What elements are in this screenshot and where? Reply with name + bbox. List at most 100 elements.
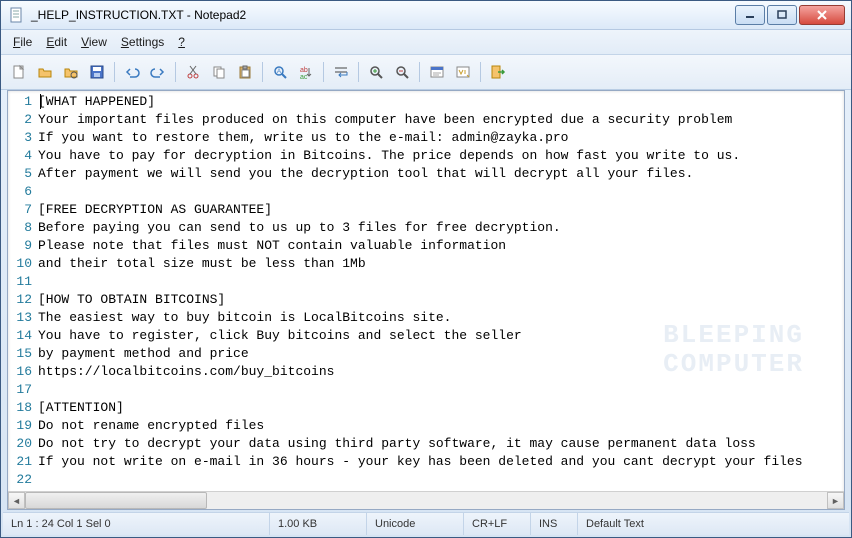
editor-line[interactable]: 18[ATTENTION] bbox=[8, 399, 844, 417]
editor-line[interactable]: 17 bbox=[8, 381, 844, 399]
editor-line[interactable]: 16https://localbitcoins.com/buy_bitcoins bbox=[8, 363, 844, 381]
toolbar-separator bbox=[262, 62, 263, 82]
menu-view[interactable]: View bbox=[75, 34, 113, 50]
toolbar-separator bbox=[480, 62, 481, 82]
scheme-icon[interactable] bbox=[425, 60, 449, 84]
line-text[interactable]: Before paying you can send to us up to 3… bbox=[36, 219, 561, 237]
close-button[interactable] bbox=[799, 5, 845, 25]
customize-icon[interactable] bbox=[451, 60, 475, 84]
editor-line[interactable]: 6 bbox=[8, 183, 844, 201]
editor-line[interactable]: 20Do not try to decrypt your data using … bbox=[8, 435, 844, 453]
editor-line[interactable]: 19Do not rename encrypted files bbox=[8, 417, 844, 435]
text-editor[interactable]: BLEEPINGCOMPUTER 1[WHAT HAPPENED]2Your i… bbox=[8, 91, 844, 491]
exit-icon[interactable] bbox=[486, 60, 510, 84]
app-icon bbox=[9, 7, 25, 23]
line-text[interactable]: [ATTENTION] bbox=[36, 399, 124, 417]
line-text[interactable] bbox=[36, 273, 38, 291]
toolbar-separator bbox=[323, 62, 324, 82]
scroll-left-icon[interactable]: ◄ bbox=[8, 492, 25, 509]
cut-icon[interactable] bbox=[181, 60, 205, 84]
line-number: 19 bbox=[8, 417, 36, 435]
window-controls bbox=[735, 5, 845, 25]
scroll-track[interactable] bbox=[25, 492, 827, 509]
undo-icon[interactable] bbox=[120, 60, 144, 84]
editor-line[interactable]: 23 bbox=[8, 489, 844, 491]
svg-text:ab: ab bbox=[300, 67, 308, 74]
line-text[interactable]: Please note that files must NOT contain … bbox=[36, 237, 506, 255]
browse-icon[interactable] bbox=[59, 60, 83, 84]
line-text[interactable]: https://localbitcoins.com/buy_bitcoins bbox=[36, 363, 334, 381]
zoom-in-icon[interactable] bbox=[364, 60, 388, 84]
editor-line[interactable]: 4You have to pay for decryption in Bitco… bbox=[8, 147, 844, 165]
editor-line[interactable]: 2Your important files produced on this c… bbox=[8, 111, 844, 129]
line-text[interactable]: You have to register, click Buy bitcoins… bbox=[36, 327, 522, 345]
status-encoding: Unicode bbox=[367, 513, 464, 535]
zoom-out-icon[interactable] bbox=[390, 60, 414, 84]
line-text[interactable] bbox=[36, 183, 38, 201]
title-bar[interactable]: _HELP_INSTRUCTION.TXT - Notepad2 bbox=[1, 1, 851, 30]
line-text[interactable]: If you want to restore them, write us to… bbox=[36, 129, 569, 147]
line-text[interactable]: The easiest way to buy bitcoin is LocalB… bbox=[36, 309, 451, 327]
word-wrap-icon[interactable] bbox=[329, 60, 353, 84]
paste-icon[interactable] bbox=[233, 60, 257, 84]
new-file-icon[interactable] bbox=[7, 60, 31, 84]
line-text[interactable]: Do not try to decrypt your data using th… bbox=[36, 435, 756, 453]
copy-icon[interactable] bbox=[207, 60, 231, 84]
editor-line[interactable]: 8Before paying you can send to us up to … bbox=[8, 219, 844, 237]
line-text[interactable]: If you not write on e-mail in 36 hours -… bbox=[36, 453, 803, 471]
line-number: 5 bbox=[8, 165, 36, 183]
editor-line[interactable]: 1[WHAT HAPPENED] bbox=[8, 93, 844, 111]
menu-file[interactable]: File bbox=[7, 34, 38, 50]
editor-line[interactable]: 7[FREE DECRYPTION AS GUARANTEE] bbox=[8, 201, 844, 219]
line-text[interactable]: After payment we will send you the decry… bbox=[36, 165, 693, 183]
line-number: 3 bbox=[8, 129, 36, 147]
editor-line[interactable]: 14You have to register, click Buy bitcoi… bbox=[8, 327, 844, 345]
redo-icon[interactable] bbox=[146, 60, 170, 84]
scroll-right-icon[interactable]: ► bbox=[827, 492, 844, 509]
menu-help[interactable]: ? bbox=[172, 34, 191, 50]
status-size: 1.00 KB bbox=[270, 513, 367, 535]
toolbar-separator bbox=[114, 62, 115, 82]
save-icon[interactable] bbox=[85, 60, 109, 84]
menu-edit[interactable]: Edit bbox=[40, 34, 73, 50]
scroll-thumb[interactable] bbox=[25, 492, 207, 509]
editor-line[interactable]: 5After payment we will send you the decr… bbox=[8, 165, 844, 183]
editor-line[interactable]: 21If you not write on e-mail in 36 hours… bbox=[8, 453, 844, 471]
minimize-button[interactable] bbox=[735, 5, 765, 25]
line-text[interactable] bbox=[36, 471, 38, 489]
window-title: _HELP_INSTRUCTION.TXT - Notepad2 bbox=[29, 8, 735, 22]
editor-line[interactable]: 15by payment method and price bbox=[8, 345, 844, 363]
maximize-button[interactable] bbox=[767, 5, 797, 25]
line-number: 21 bbox=[8, 453, 36, 471]
editor-line[interactable]: 22 bbox=[8, 471, 844, 489]
line-text[interactable]: Do not rename encrypted files bbox=[36, 417, 264, 435]
editor-line[interactable]: 11 bbox=[8, 273, 844, 291]
horizontal-scrollbar[interactable]: ◄ ► bbox=[8, 491, 844, 509]
find-icon[interactable]: A bbox=[268, 60, 292, 84]
line-number: 16 bbox=[8, 363, 36, 381]
editor-line[interactable]: 3If you want to restore them, write us t… bbox=[8, 129, 844, 147]
open-file-icon[interactable] bbox=[33, 60, 57, 84]
replace-icon[interactable]: abac bbox=[294, 60, 318, 84]
editor-line[interactable]: 10and their total size must be less than… bbox=[8, 255, 844, 273]
editor-line[interactable]: 12[HOW TO OBTAIN BITCOINS] bbox=[8, 291, 844, 309]
menu-bar: File Edit View Settings ? bbox=[1, 30, 851, 55]
line-text[interactable]: [FREE DECRYPTION AS GUARANTEE] bbox=[36, 201, 272, 219]
line-number: 1 bbox=[8, 93, 36, 111]
line-text[interactable]: You have to pay for decryption in Bitcoi… bbox=[36, 147, 740, 165]
line-text[interactable] bbox=[36, 489, 38, 491]
line-text[interactable]: Your important files produced on this co… bbox=[36, 111, 732, 129]
line-number: 18 bbox=[8, 399, 36, 417]
line-number: 2 bbox=[8, 111, 36, 129]
line-text[interactable] bbox=[36, 381, 38, 399]
editor-line[interactable]: 9Please note that files must NOT contain… bbox=[8, 237, 844, 255]
menu-settings[interactable]: Settings bbox=[115, 34, 170, 50]
line-text[interactable]: [WHAT HAPPENED] bbox=[36, 93, 155, 111]
line-text[interactable]: and their total size must be less than 1… bbox=[36, 255, 366, 273]
status-filetype: Default Text bbox=[578, 513, 849, 535]
status-mode: INS bbox=[531, 513, 578, 535]
line-text[interactable]: by payment method and price bbox=[36, 345, 249, 363]
toolbar-separator bbox=[175, 62, 176, 82]
line-text[interactable]: [HOW TO OBTAIN BITCOINS] bbox=[36, 291, 225, 309]
editor-line[interactable]: 13The easiest way to buy bitcoin is Loca… bbox=[8, 309, 844, 327]
